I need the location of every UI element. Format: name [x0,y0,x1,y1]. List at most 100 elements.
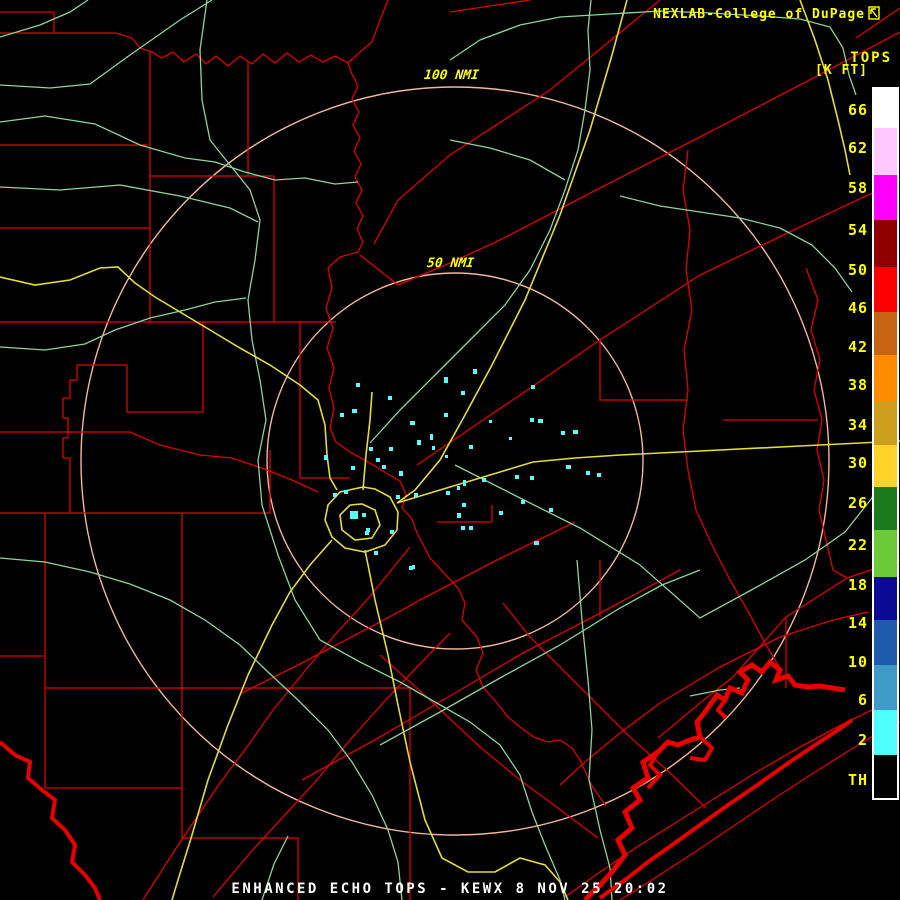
echo-cell [530,476,534,480]
colorbar-tick-label: 38 [847,376,868,394]
echo-cell [469,445,473,449]
colorbar-tick-label: 58 [847,179,868,197]
echo-cell [489,420,492,423]
colorbar-segment [874,267,897,312]
echo-cell [362,513,366,517]
echo-cell [351,466,355,470]
echo-cell [530,418,534,422]
colorbar-segment [874,665,897,710]
echo-cell [356,383,360,387]
echo-cell [389,447,393,451]
colorbar-tick-label: 30 [847,454,868,472]
colorbar-tick-label: 26 [847,494,868,512]
colorbar-tick-label: 42 [847,338,868,356]
coastline [0,658,854,900]
echo-cell [344,490,348,494]
echo-cell [382,465,386,469]
echo-cell [473,369,477,374]
colorbar [872,87,899,800]
roads-primary [0,0,900,900]
colorbar-units: [K FT] [815,63,868,78]
echo-cell [340,413,344,417]
echo-cell [369,447,373,451]
echo-cell [461,526,465,530]
echo-cell [412,565,415,569]
roads-secondary [0,0,886,900]
colorbar-segment [874,355,897,402]
echo-cell [457,486,460,490]
echo-cell [390,530,394,534]
echo-cell [499,511,503,515]
echo-cell [482,478,486,482]
echo-cell [374,551,378,555]
echo-cell [388,396,392,400]
colorbar-segment [874,620,897,665]
echo-cell [457,513,461,518]
radar-display: NEXLAB-College of DuPage TOPS [K FT] 66 6… [0,0,900,900]
colorbar-tick-label: 14 [847,614,868,632]
colorbar-segment [874,128,897,175]
colorbar-tick-label: TH [847,771,868,789]
echo-cell [549,508,553,512]
colorbar-segment [874,402,897,445]
range-label-50nmi: 50 NMI [426,256,475,271]
colorbar-segment [874,445,897,487]
echo-cell [445,455,448,458]
colorbar-tick-label: 6 [857,691,868,709]
echo-cell [561,431,565,435]
colorbar-tick-label: 18 [847,576,868,594]
colorbar-tick-label: 54 [847,221,868,239]
echo-cell [531,385,535,389]
colorbar-segment [874,312,897,355]
echo-cell [586,471,590,475]
echo-cell [432,446,435,450]
echo-cell [566,465,571,469]
radar-map [0,0,900,900]
echo-cell [521,500,525,504]
cod-logo-icon [868,6,880,24]
colorbar-tick-label: 62 [847,139,868,157]
colorbar-tick-label: 34 [847,416,868,434]
echo-cell [446,491,450,495]
echo-cell [410,421,415,425]
echo-cell [463,480,466,486]
echo-cell [396,495,400,499]
colorbar-segment [874,175,897,220]
echo-cell [350,511,358,519]
echo-cell [430,434,433,440]
title-text: NEXLAB-College of DuPage [653,7,865,22]
colorbar-tick-label: 2 [857,731,868,749]
echo-cell [444,413,448,417]
colorbar-segment [874,530,897,577]
echo-cell [366,528,370,532]
product-status-line: ENHANCED ECHO TOPS - KEWX 8 NOV 25 20:02 [231,881,669,897]
echo-cell [469,526,473,530]
echo-cell [333,493,337,497]
echo-cell [324,455,328,460]
echo-cell [573,430,578,434]
colorbar-segment [874,755,897,798]
colorbar-segment [874,710,897,755]
colorbar-tick-label: 46 [847,299,868,317]
echo-cell [515,475,519,479]
echo-cell [352,409,357,413]
range-ring-50nmi [266,272,644,650]
echo-cell [417,440,421,445]
echo-cell [538,419,543,423]
echo-cell [462,503,466,507]
colorbar-tick-label: 10 [847,653,868,671]
echo-cell [461,391,465,395]
range-label-100nmi: 100 NMI [423,68,480,83]
echo-cell [376,458,380,462]
colorbar-tick-label: 50 [847,261,868,279]
title-bar: NEXLAB-College of DuPage [653,6,880,24]
echo-cell [509,437,512,440]
echo-cell [444,377,448,383]
colorbar-segment [874,89,897,128]
colorbar-segment [874,220,897,267]
colorbar-tick-label: 22 [847,536,868,554]
colorbar-segment [874,487,897,530]
echo-cell [414,493,418,497]
county-boundaries [0,0,900,900]
echo-cell [597,473,601,477]
